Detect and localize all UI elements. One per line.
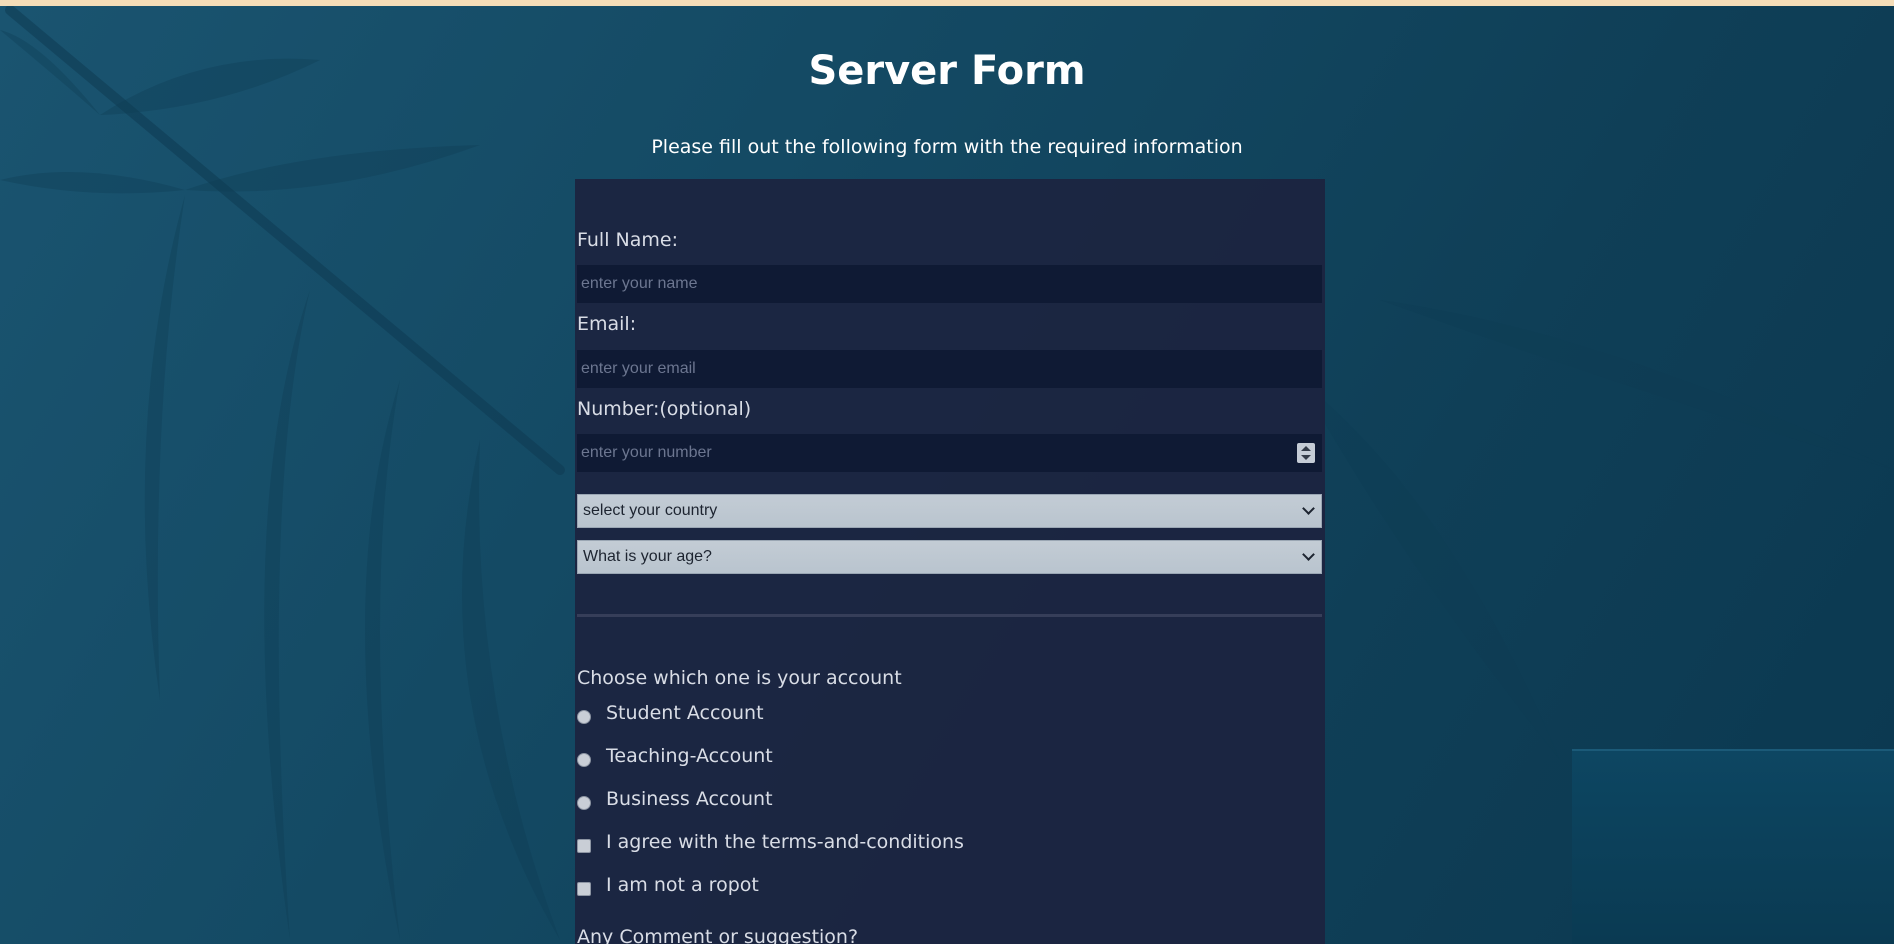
comment-label: Any Comment or suggestion? xyxy=(577,926,859,944)
not-robot-checkbox[interactable] xyxy=(577,882,591,896)
country-select[interactable]: select your country xyxy=(577,494,1322,528)
student-account-radio[interactable] xyxy=(577,710,591,724)
server-form: Full Name: Email: Number:(optional) sele… xyxy=(575,179,1325,944)
age-select[interactable]: What is your age? xyxy=(577,540,1322,574)
number-spinner[interactable] xyxy=(1297,443,1315,463)
terms-checkbox-label: I agree with the terms-and-conditions xyxy=(606,831,964,853)
page-title: Server Form xyxy=(808,48,1086,94)
email-label: Email: xyxy=(577,313,637,335)
student-account-label: Student Account xyxy=(606,702,764,724)
account-question: Choose which one is your account xyxy=(577,667,902,689)
full-name-input[interactable] xyxy=(577,265,1322,303)
top-bar xyxy=(0,0,1894,6)
teaching-account-label: Teaching-Account xyxy=(606,745,773,767)
country-select-value: select your country xyxy=(583,502,718,519)
business-account-label: Business Account xyxy=(606,788,773,810)
not-robot-checkbox-label: I am not a ropot xyxy=(606,874,759,896)
email-input[interactable] xyxy=(577,350,1322,388)
number-input[interactable] xyxy=(577,434,1322,472)
number-label: Number:(optional) xyxy=(577,398,752,420)
page-subtitle: Please fill out the following form with … xyxy=(651,136,1243,158)
business-account-radio[interactable] xyxy=(577,796,591,810)
age-select-value: What is your age? xyxy=(583,548,712,565)
terms-checkbox[interactable] xyxy=(577,839,591,853)
full-name-label: Full Name: xyxy=(577,229,678,251)
chevron-down-icon xyxy=(1302,502,1315,515)
chevron-down-icon xyxy=(1302,548,1315,561)
corner-panel xyxy=(1572,749,1894,944)
form-divider xyxy=(577,614,1322,617)
teaching-account-radio[interactable] xyxy=(577,753,591,767)
